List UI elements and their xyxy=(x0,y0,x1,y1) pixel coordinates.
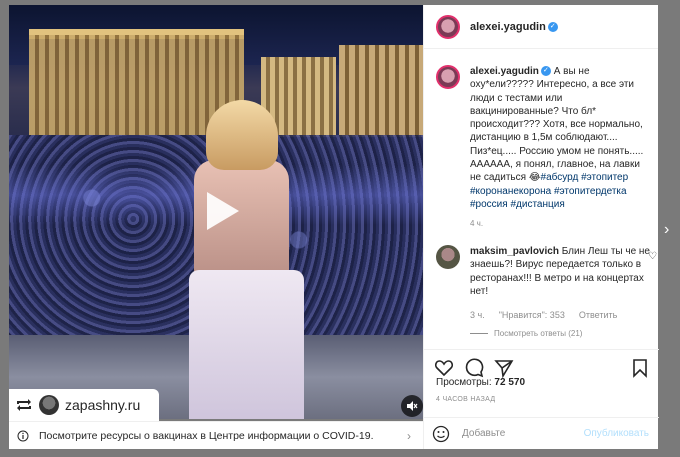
comment-username[interactable]: maksim_pavlovich xyxy=(470,246,559,257)
chevron-right-icon: › xyxy=(407,429,411,443)
comment-icon[interactable] xyxy=(464,358,484,378)
caption-username[interactable]: alexei.yagudin xyxy=(470,66,539,77)
share-icon[interactable] xyxy=(494,358,514,378)
caption-time[interactable]: 4 ч. xyxy=(470,219,651,228)
comment-time[interactable]: 3 ч. xyxy=(470,310,485,320)
verified-icon: ✓ xyxy=(547,21,558,32)
repost-avatar xyxy=(39,395,59,415)
comment-likes[interactable]: "Нравится": 353 xyxy=(499,310,565,320)
comment-input[interactable]: Добавьте xyxy=(462,428,505,439)
view-replies-label[interactable]: Посмотреть ответы (21) xyxy=(494,329,582,338)
view-replies[interactable]: Посмотреть ответы (21) xyxy=(470,329,651,338)
hashtag-link[interactable]: #этопитер xyxy=(581,172,628,183)
mute-icon[interactable] xyxy=(401,395,423,417)
hashtag-link[interactable]: #россия xyxy=(470,199,508,210)
reply-button[interactable]: Ответить xyxy=(579,310,617,320)
post-panel: alexei.yagudin ✓ alexei.yagudin ✓ А вы не … xyxy=(423,5,659,449)
building xyxy=(339,45,423,137)
post-video[interactable] xyxy=(9,5,423,419)
post-header: alexei.yagudin ✓ xyxy=(424,5,658,49)
avatar[interactable] xyxy=(436,65,460,89)
singer xyxy=(184,100,309,419)
hashtag-link[interactable]: #абсурд xyxy=(541,172,579,183)
hashtag-link[interactable]: #этопитердетка xyxy=(554,186,627,197)
avatar[interactable] xyxy=(436,245,460,269)
hashtag-link[interactable]: #дистанция xyxy=(510,199,564,210)
add-comment-bar: Добавьте Опубликовать xyxy=(424,417,659,449)
singer-dress xyxy=(189,270,304,419)
heart-icon[interactable] xyxy=(434,358,454,378)
info-icon xyxy=(17,430,29,441)
repost-username[interactable]: zapashny.ru xyxy=(65,397,140,413)
hashtag-link[interactable]: #коронанекорона xyxy=(470,186,551,197)
caption-body: А вы не оху*ели????? Интересно, а все эт… xyxy=(470,66,644,184)
comment: maksim_pavlovich Блин Леш ты че не знаеш… xyxy=(436,245,657,338)
verified-icon: ✓ xyxy=(540,66,551,77)
comment-meta: 3 ч. "Нравится": 353 Ответить xyxy=(470,310,651,320)
heart-icon[interactable]: ♡ xyxy=(648,251,657,262)
repost-icon xyxy=(17,399,31,411)
comment-text: maksim_pavlovich Блин Леш ты че не знаеш… xyxy=(470,245,651,298)
header-username[interactable]: alexei.yagudin ✓ xyxy=(470,21,558,33)
covid-banner[interactable]: Посмотрите ресурсы о вакцинах в Центре и… xyxy=(9,421,423,449)
singer-hair xyxy=(206,100,278,170)
post-timestamp[interactable]: 4 ЧАСОВ НАЗАД xyxy=(436,396,495,403)
avatar[interactable] xyxy=(436,14,460,39)
bookmark-icon[interactable] xyxy=(630,358,650,378)
repost-badge[interactable]: zapashny.ru xyxy=(9,389,159,421)
emoji-icon[interactable] xyxy=(432,425,450,443)
caption-text: alexei.yagudin ✓ А вы не оху*ели????? Инт… xyxy=(470,65,651,211)
publish-button[interactable]: Опубликовать xyxy=(584,428,649,439)
divider xyxy=(470,333,488,335)
views-count: Просмотры: 72 570 xyxy=(436,377,526,388)
covid-banner-text[interactable]: Посмотрите ресурсы о вакцинах в Центре и… xyxy=(39,430,374,442)
play-icon[interactable] xyxy=(197,188,243,234)
post-caption: alexei.yagudin ✓ А вы не оху*ели????? Инт… xyxy=(436,65,651,228)
chevron-right-icon[interactable]: › xyxy=(664,221,669,239)
